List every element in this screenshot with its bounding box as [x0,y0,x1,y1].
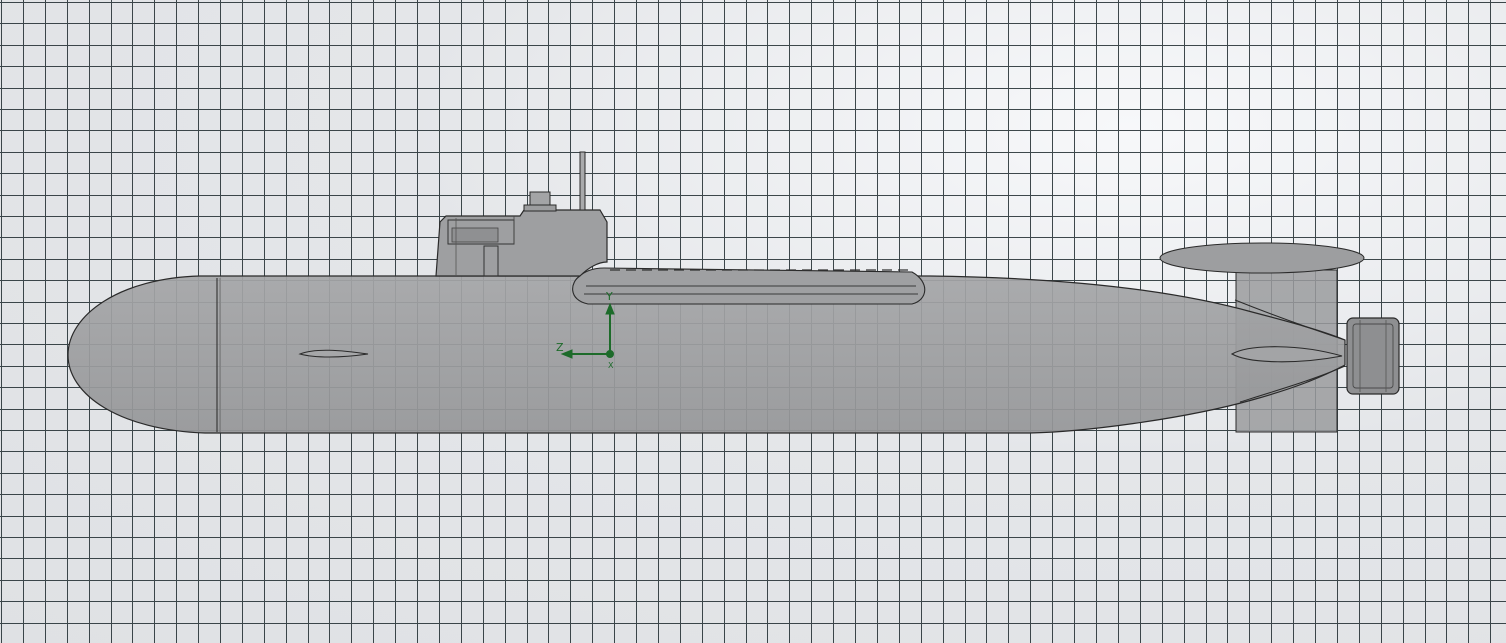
sail-top-housing[interactable] [529,191,551,207]
periscope-mast[interactable] [579,151,586,211]
sail-top-base [523,204,557,212]
cad-graphics-viewport[interactable]: Y Z X [0,0,1506,643]
triad-y-label: Y [605,290,613,303]
upper-rudder-disc[interactable] [1159,242,1365,274]
sail-window [451,227,499,243]
triad-x-label: X [608,361,614,370]
submarine-model[interactable]: Y Z X [0,0,1506,643]
propeller-shroud[interactable] [1346,317,1400,395]
triad-z-label: Z [556,341,564,354]
